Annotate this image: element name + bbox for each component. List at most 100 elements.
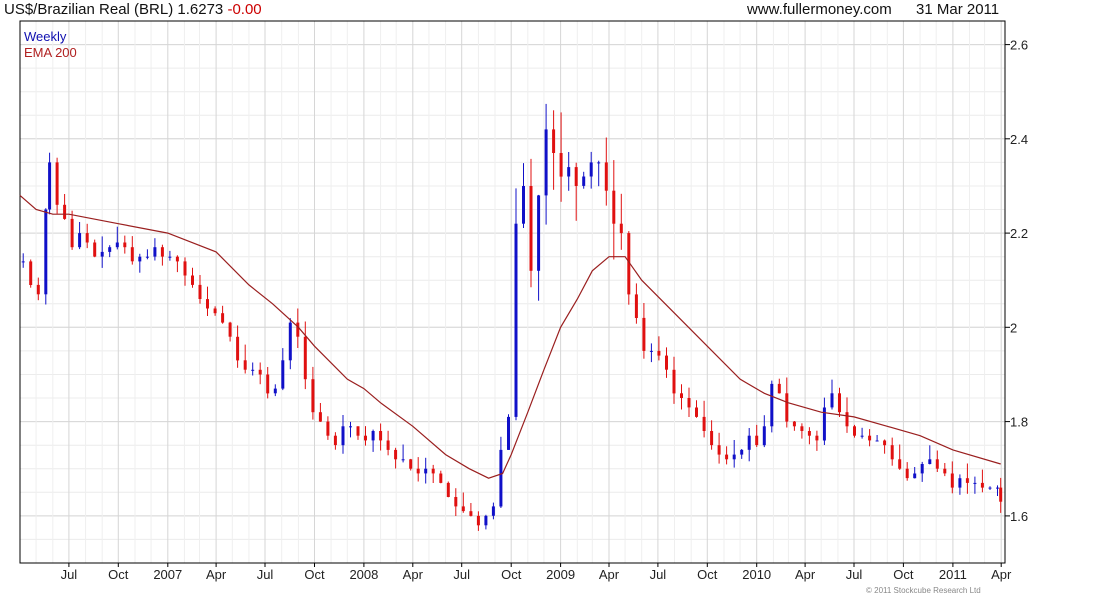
y-tick-label: 2.2 [1010,226,1028,241]
candle-body [221,313,225,323]
candle-body [507,416,510,450]
y-tick-label: 1.6 [1010,509,1028,524]
candle-body [604,162,608,191]
candle-body [657,350,661,356]
candle-body [988,487,992,489]
candle-body [228,322,232,337]
x-tick-label: Oct [893,567,914,582]
candle-body [800,426,804,431]
candle-body [349,426,352,428]
candle-body [288,322,292,361]
candle-body [928,459,932,464]
x-tick-label: Jul [650,567,667,582]
candle-body [213,308,217,314]
candle-body [191,275,194,285]
candle-body [567,167,571,177]
candle-body [266,374,270,394]
candle-body [85,233,89,243]
candle-body [710,431,714,446]
candle-body [303,336,307,380]
candle-body [243,360,247,370]
candle-body [875,440,879,442]
candle-body [792,421,796,427]
legend-weekly: Weekly [24,29,67,44]
candle-body [717,445,721,455]
candle-body [943,468,947,474]
price-candles [21,103,1003,531]
y-tick-label: 2.4 [1010,132,1028,147]
candle-body [123,242,127,248]
x-tick-label: 2010 [742,567,771,582]
candle-body [725,454,729,460]
candle-body [108,247,112,252]
candle-body [356,426,360,436]
candle-body [491,506,495,516]
candle-body [958,478,962,488]
x-tick-label: Oct [304,567,325,582]
candle-body [93,242,97,257]
candle-body [807,431,811,436]
x-tick-label: 2008 [349,567,378,582]
candle-body [665,355,668,370]
candle-body [522,186,525,224]
candle-body [138,256,142,262]
legend-ema-200: EMA 200 [24,45,77,60]
candle-body [973,482,977,484]
x-tick-label: Jul [257,567,274,582]
candle-body [183,261,187,276]
x-tick-label: 2007 [153,567,182,582]
candle-body [649,350,653,352]
x-tick-label: Apr [403,567,424,582]
candle-body [100,251,104,257]
candle-body [318,412,322,422]
y-axis: 1.6 1.8 2 2.2 2.4 2.6 [1005,38,1028,524]
x-tick-label: Jul [846,567,863,582]
x-tick-label: Jul [61,567,78,582]
x-tick-label: 2009 [546,567,575,582]
candle-body [574,167,578,186]
candle-body [281,360,285,389]
candle-body [63,204,67,219]
candle-body [55,162,59,205]
candle-body [868,435,872,441]
candle-body [559,153,563,177]
candle-body [672,369,676,394]
candle-body [175,256,179,262]
candle-body [401,459,405,461]
candle-body [830,393,834,408]
candle-body [702,416,706,431]
copyright-notice: © 2011 Stockcube Research Ltd [866,586,981,595]
candle-body [198,284,202,299]
candle-body [364,435,367,441]
candle-body [130,247,134,262]
candle-body [680,393,683,398]
candle-body [999,487,1003,502]
candle-body [935,459,939,469]
y-tick-label: 2 [1010,320,1017,335]
candle-body [36,284,40,295]
candle-body [446,482,450,497]
candle-body [386,440,390,450]
candle-body [732,454,736,460]
candle-body [21,261,25,263]
candle-body [755,435,759,446]
candle-body [920,464,924,474]
candle-body [439,473,443,483]
candle-body [898,459,902,469]
candle-body [115,242,119,248]
candle-body [145,256,149,258]
candle-body [514,223,518,417]
x-tick-label: Apr [206,567,227,582]
candle-body [333,435,337,446]
candle-body [236,336,240,361]
candle-body [642,317,646,351]
candle-body [469,511,473,516]
candle-body [747,435,751,450]
candle-body [890,445,894,460]
candle-body [416,468,420,474]
y-tick-label: 1.8 [1010,415,1028,430]
x-tick-label: Jul [453,567,470,582]
candle-body [634,294,638,318]
candle-body [251,369,255,371]
candle-body [996,487,999,489]
